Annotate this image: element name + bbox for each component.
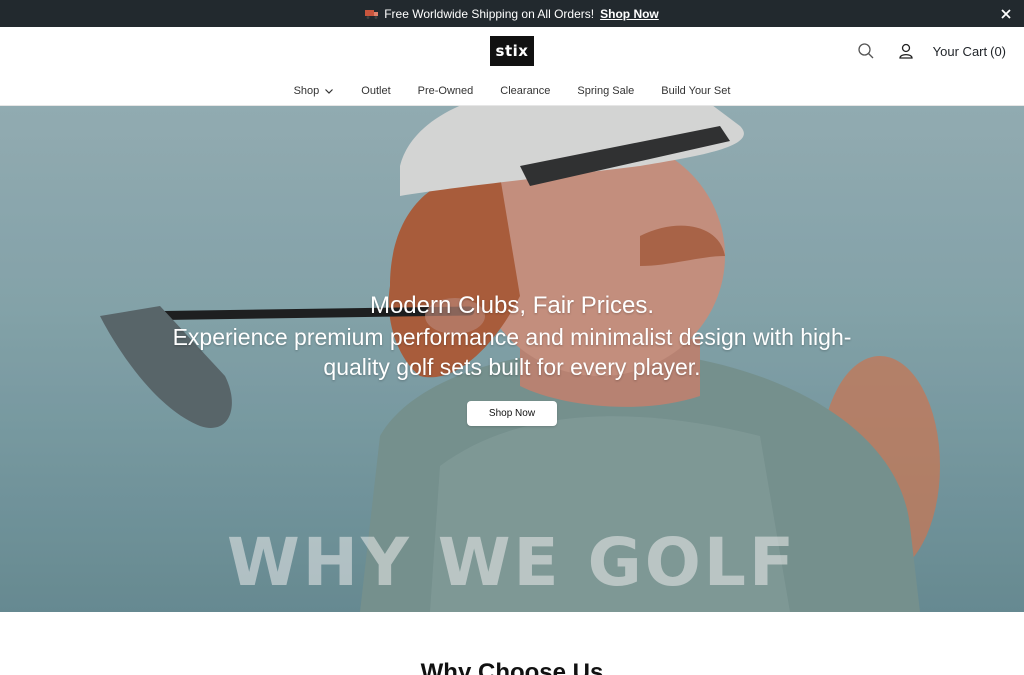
- hero-title: Modern Clubs, Fair Prices.: [369, 292, 655, 319]
- account-icon[interactable]: [897, 42, 915, 60]
- announcement-shop-now-link[interactable]: Shop Now: [600, 7, 659, 21]
- announcement-bar: Free Worldwide Shipping on All Orders! S…: [0, 0, 1024, 27]
- chevron-down-icon: [325, 89, 334, 94]
- truck-icon: [365, 9, 379, 19]
- section-heading: Why Choose Us: [420, 659, 604, 675]
- header-actions: Your Cart (0): [857, 41, 1006, 61]
- nav-item-spring-sale[interactable]: Spring Sale: [577, 82, 634, 100]
- nav-item-build-your-set[interactable]: Build Your Set: [661, 82, 730, 100]
- cart-label: Your Cart: [932, 43, 988, 59]
- nav-item-label: Build Your Set: [661, 85, 731, 97]
- nav-item-label: Shop: [293, 85, 320, 97]
- hero-shop-now-button[interactable]: Shop Now: [467, 401, 557, 426]
- nav-item-label: Pre-Owned: [417, 85, 474, 97]
- hero-subtitle-line: quality golf sets built for every player…: [323, 354, 701, 380]
- search-icon[interactable]: [857, 42, 875, 60]
- site-header: stix Your Cart (0) Shop Outlet Pre-Owned …: [0, 27, 1024, 106]
- nav-item-label: Outlet: [361, 85, 391, 97]
- hero-banner: Modern Clubs, Fair Prices. Experience pr…: [0, 106, 1024, 612]
- nav-item-label: Clearance: [500, 85, 551, 97]
- hero-watermark: WHY WE GOLF: [226, 524, 798, 601]
- announcement-message: Free Worldwide Shipping on All Orders!: [384, 6, 595, 21]
- cart-button[interactable]: Your Cart (0): [933, 44, 1006, 59]
- nav-item-shop[interactable]: Shop: [294, 82, 335, 100]
- cart-count: (0): [990, 43, 1006, 59]
- main-nav: Shop Outlet Pre-Owned Clearance Spring S…: [0, 82, 1024, 100]
- close-icon[interactable]: [998, 6, 1014, 22]
- logo[interactable]: stix: [490, 36, 534, 66]
- hero-subtitle: Experience premium performance and minim…: [0, 322, 1024, 382]
- nav-item-outlet[interactable]: Outlet: [361, 82, 390, 100]
- nav-item-pre-owned[interactable]: Pre-Owned: [418, 82, 474, 100]
- nav-item-clearance[interactable]: Clearance: [500, 82, 550, 100]
- nav-item-label: Spring Sale: [577, 85, 635, 97]
- hero-subtitle-line: Experience premium performance and minim…: [172, 324, 852, 350]
